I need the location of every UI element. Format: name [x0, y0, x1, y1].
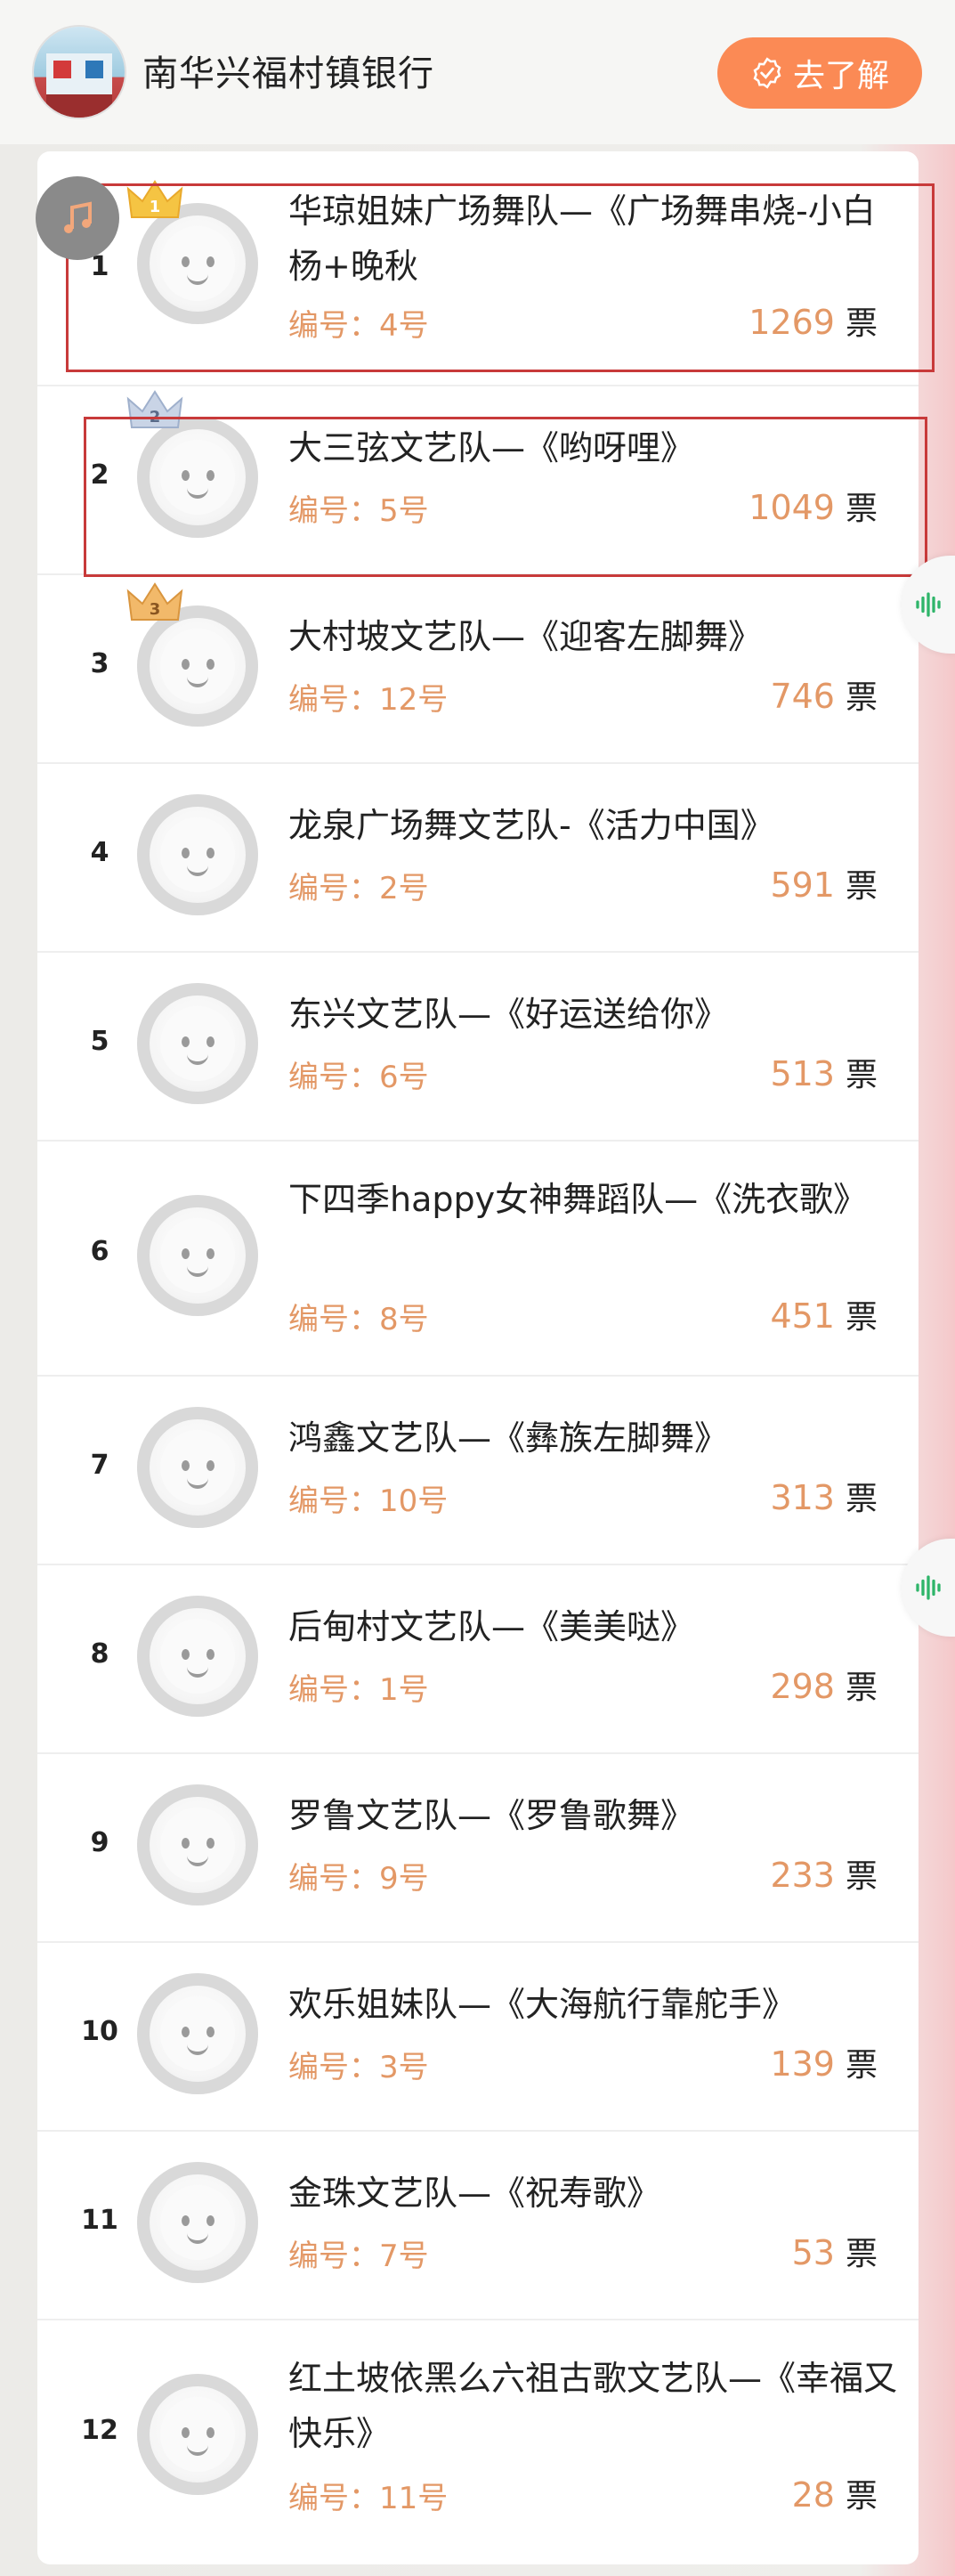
list-item[interactable]: 1 1 华琼姐妹广场舞队—《广场舞串烧-小白杨+晚秋 编号：4号 1269 票 — [37, 151, 919, 386]
vote-count: 1049 票 — [749, 488, 878, 527]
vote-count: 1269 票 — [749, 303, 878, 342]
entry-title: 大三弦文艺队—《哟呀哩》 — [288, 428, 695, 467]
entry-title: 鸿鑫文艺队—《彝族左脚舞》 — [288, 1418, 729, 1458]
entry-number: 编号：7号 — [288, 2239, 429, 2274]
entry-title: 红土坡依黑么六祖古歌文艺队—《幸福又快乐》 — [288, 2359, 898, 2453]
list-item[interactable]: 2 2 大三弦文艺队—《哟呀哩》 编号：5号 1049 票 — [37, 385, 919, 575]
bank-name: 南华兴福村镇银行 — [142, 53, 434, 94]
vote-count: 591 票 — [770, 865, 878, 905]
learn-more-button[interactable]: 去了解 — [717, 37, 922, 109]
ranking-list: 1 1 华琼姐妹广场舞队—《广场舞串烧-小白杨+晚秋 编号：4号 1269 票 2… — [37, 151, 919, 2564]
rank-number: 3 — [90, 648, 109, 679]
entry-title: 东兴文艺队—《好运送给你》 — [288, 995, 729, 1034]
avatar — [137, 794, 258, 915]
entry-number: 编号：5号 — [288, 493, 429, 529]
voice-wave-icon — [916, 1575, 941, 1600]
music-note-icon — [64, 201, 92, 233]
list-item[interactable]: 9 罗鲁文艺队—《罗鲁歌舞》 编号：9号 233 票 — [37, 1752, 919, 1943]
voice-wave-icon — [916, 592, 941, 617]
list-item[interactable]: 4 龙泉广场舞文艺队-《活力中国》 编号：2号 591 票 — [37, 762, 919, 953]
svg-text:2: 2 — [150, 408, 161, 427]
avatar — [137, 983, 258, 1104]
header-bar: 南华兴福村镇银行 去了解 — [0, 0, 955, 144]
learn-more-label: 去了解 — [792, 58, 889, 94]
vote-count: 28 票 — [791, 2475, 878, 2515]
rank-number: 7 — [90, 1450, 109, 1481]
entry-number: 编号：9号 — [288, 1861, 429, 1897]
list-item[interactable]: 11 金珠文艺队—《祝寿歌》 编号：7号 53 票 — [37, 2130, 919, 2320]
avatar — [137, 1407, 258, 1528]
avatar — [137, 2374, 258, 2495]
list-item[interactable]: 10 欢乐姐妹队—《大海航行靠舵手》 编号：3号 139 票 — [37, 1941, 919, 2132]
entry-number: 编号：3号 — [288, 2050, 429, 2085]
entry-number: 编号：1号 — [288, 1672, 429, 1708]
entry-number: 编号：11号 — [288, 2481, 449, 2516]
gold-crown-icon: 1 — [126, 180, 183, 218]
entry-title: 后甸村文艺队—《美美哒》 — [288, 1607, 695, 1646]
entry-number: 编号：4号 — [288, 308, 429, 344]
list-item[interactable]: 7 鸿鑫文艺队—《彝族左脚舞》 编号：10号 313 票 — [37, 1375, 919, 1565]
avatar — [137, 1596, 258, 1717]
svg-text:1: 1 — [150, 198, 161, 216]
avatar — [137, 1973, 258, 2094]
silver-crown-icon: 2 — [126, 390, 183, 428]
entry-number: 编号：10号 — [288, 1483, 449, 1519]
rank-number: 11 — [81, 2205, 118, 2236]
rank-number: 10 — [81, 2016, 118, 2047]
vote-count: 451 票 — [770, 1296, 878, 1336]
rank-number: 4 — [90, 837, 109, 868]
entry-title: 下四季happy女神舞蹈队—《洗衣歌》 — [288, 1180, 868, 1219]
rank-number: 5 — [90, 1026, 109, 1057]
avatar — [137, 1784, 258, 1906]
list-item[interactable]: 6 下四季happy女神舞蹈队—《洗衣歌》 编号：8号 451 票 — [37, 1140, 919, 1377]
entry-title: 龙泉广场舞文艺队-《活力中国》 — [288, 806, 774, 845]
badge-check-icon — [753, 57, 781, 89]
bank-logo — [34, 27, 125, 118]
vote-count: 233 票 — [770, 1856, 878, 1895]
list-item[interactable]: 8 后甸村文艺队—《美美哒》 编号：1号 298 票 — [37, 1564, 919, 1754]
entry-number: 编号：2号 — [288, 871, 429, 906]
rank-number: 12 — [81, 2415, 118, 2446]
avatar — [137, 2162, 258, 2283]
list-item[interactable]: 5 东兴文艺队—《好运送给你》 编号：6号 513 票 — [37, 951, 919, 1142]
entry-title: 罗鲁文艺队—《罗鲁歌舞》 — [288, 1796, 695, 1835]
vote-count: 746 票 — [770, 677, 878, 716]
entry-number: 编号：6号 — [288, 1060, 429, 1095]
vote-count: 139 票 — [770, 2044, 878, 2084]
entry-title: 华琼姐妹广场舞队—《广场舞串烧-小白杨+晚秋 — [288, 191, 876, 286]
rank-number: 2 — [90, 459, 109, 491]
rank-number: 9 — [90, 1827, 109, 1858]
avatar — [137, 417, 258, 538]
list-item[interactable]: 12 红土坡依黑么六祖古歌文艺队—《幸福又快乐》 编号：11号 28 票 — [37, 2319, 919, 2554]
list-item[interactable]: 3 3 大村坡文艺队—《迎客左脚舞》 编号：12号 746 票 — [37, 573, 919, 764]
entry-number: 编号：8号 — [288, 1302, 429, 1337]
svg-text:3: 3 — [150, 600, 161, 619]
entry-number: 编号：12号 — [288, 682, 449, 718]
vote-count: 513 票 — [770, 1054, 878, 1093]
bronze-crown-icon: 3 — [126, 582, 183, 621]
entry-title: 金珠文艺队—《祝寿歌》 — [288, 2174, 661, 2213]
vote-count: 313 票 — [770, 1478, 878, 1517]
entry-title: 欢乐姐妹队—《大海航行靠舵手》 — [288, 1985, 797, 2024]
vote-count: 298 票 — [770, 1667, 878, 1706]
avatar — [137, 1195, 258, 1316]
rank-number: 6 — [90, 1236, 109, 1267]
entry-title: 大村坡文艺队—《迎客左脚舞》 — [288, 617, 763, 656]
vote-count: 53 票 — [791, 2233, 878, 2272]
music-toggle-button[interactable] — [36, 176, 119, 260]
rank-number: 8 — [90, 1638, 109, 1670]
